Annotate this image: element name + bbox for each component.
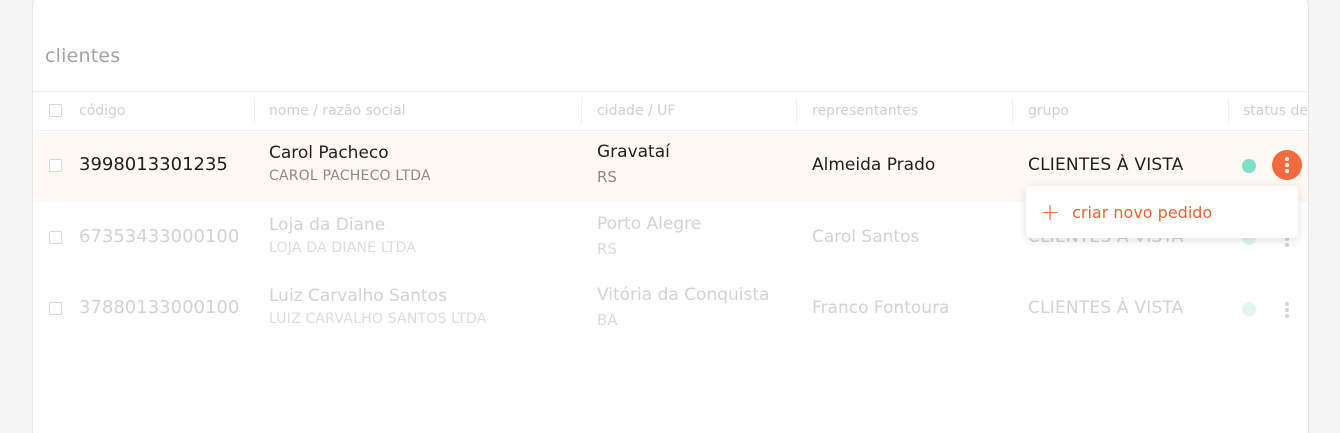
column-header-name[interactable]: nome / razão social [269,92,406,130]
plus-icon: + [1040,198,1061,226]
client-city: Porto Alegre [597,214,702,234]
client-code: 3998013301235 [79,154,228,175]
client-code: 67353433000100 [79,226,240,247]
client-name: Loja da Diane [269,215,386,235]
column-header-city[interactable]: cidade / UF [597,92,675,130]
table-row[interactable]: 37880133000100 Luiz Carvalho Santos LUIZ… [33,275,1308,345]
client-city: Gravataí [597,142,670,162]
section-title: clientes [45,45,121,67]
client-city: Vitória da Conquista [597,285,770,305]
row-actions-button[interactable] [1272,150,1302,180]
status-indicator [1242,159,1256,173]
client-group: CLIENTES À VISTA [1028,155,1184,175]
client-uf: BA [597,311,618,329]
column-header-representatives[interactable]: representantes [812,92,918,130]
row-checkbox[interactable] [49,231,62,244]
client-uf: RS [597,168,617,186]
client-representative: Franco Fontoura [812,298,950,318]
client-company: LOJA DA DIANE LTDA [269,240,417,256]
client-company: LUIZ CARVALHO SANTOS LTDA [269,311,487,327]
client-representative: Almeida Prado [812,155,936,175]
row-actions-button[interactable] [1272,295,1302,325]
create-order-menu-item[interactable]: criar novo pedido [1072,203,1212,222]
client-group: CLIENTES À VISTA [1028,298,1184,318]
client-uf: RS [597,240,617,258]
client-name: Carol Pacheco [269,143,389,163]
column-header-group[interactable]: grupo [1028,92,1069,130]
row-checkbox[interactable] [49,302,62,315]
client-code: 37880133000100 [79,297,240,318]
select-all-checkbox[interactable] [49,104,62,117]
client-representative: Carol Santos [812,227,920,247]
column-header-code[interactable]: código [79,92,126,130]
kebab-vertical-icon [1285,302,1289,318]
column-header-status[interactable]: status de [1243,92,1308,130]
row-actions-menu[interactable]: + criar novo pedido [1026,186,1298,238]
row-checkbox[interactable] [49,159,62,172]
kebab-vertical-icon [1285,157,1289,173]
status-indicator [1242,302,1256,316]
client-company: CAROL PACHECO LTDA [269,168,431,184]
client-name: Luiz Carvalho Santos [269,286,447,306]
table-header: código nome / razão social cidade / UF r… [33,91,1308,131]
